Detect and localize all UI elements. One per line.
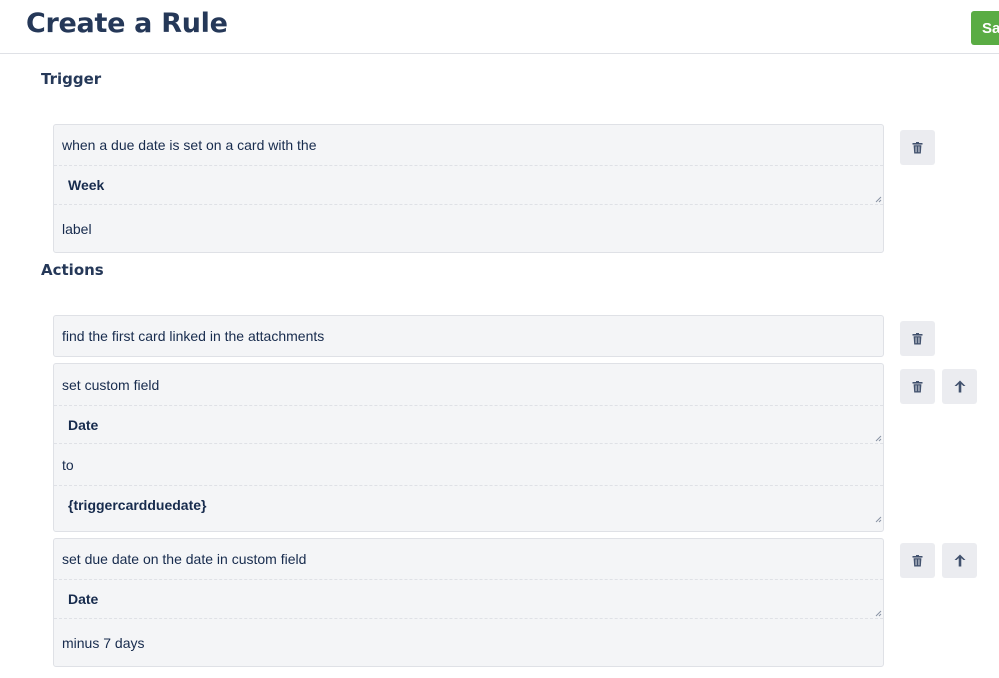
resize-handle-icon[interactable] bbox=[874, 195, 882, 203]
trash-icon bbox=[912, 380, 923, 392]
actions-section-label: Actions bbox=[41, 261, 104, 279]
action-text-line: set custom field bbox=[54, 364, 883, 406]
action-text-line: find the first card linked in the attach… bbox=[62, 328, 325, 344]
resize-handle-icon[interactable] bbox=[874, 515, 882, 523]
custom-field-name-field[interactable]: Date bbox=[54, 580, 883, 619]
trigger-label-field[interactable]: Week bbox=[54, 166, 883, 205]
action-text-line: minus 7 days bbox=[62, 634, 145, 651]
trigger-text-suffix: label bbox=[62, 220, 92, 237]
action-text-line: to bbox=[54, 444, 883, 486]
save-button[interactable]: Sa bbox=[971, 11, 999, 45]
custom-field-value: {triggercardduedate} bbox=[68, 497, 207, 513]
trigger-text-line: when a due date is set on a card with th… bbox=[54, 125, 883, 166]
action-card: set due date on the date in custom field… bbox=[53, 538, 884, 667]
custom-field-name-value: Date bbox=[68, 416, 99, 433]
move-action-up-button[interactable] bbox=[942, 369, 977, 404]
trigger-section-label: Trigger bbox=[41, 70, 102, 88]
action-card: find the first card linked in the attach… bbox=[53, 315, 884, 357]
trigger-label-value: Week bbox=[68, 177, 105, 193]
arrow-up-icon bbox=[954, 554, 965, 567]
trash-icon bbox=[912, 332, 923, 344]
delete-action-button[interactable] bbox=[900, 369, 935, 404]
move-action-up-button[interactable] bbox=[942, 543, 977, 578]
custom-field-name-field[interactable]: Date bbox=[54, 406, 883, 444]
custom-field-name-value: Date bbox=[68, 591, 99, 607]
resize-handle-icon[interactable] bbox=[874, 609, 882, 617]
trigger-card: when a due date is set on a card with th… bbox=[53, 124, 884, 253]
action-card: set custom field Date to {triggercarddue… bbox=[53, 363, 884, 532]
trash-icon bbox=[912, 554, 923, 566]
page-header: Create a Rule Sa bbox=[0, 0, 999, 54]
arrow-up-icon bbox=[954, 380, 965, 393]
delete-action-button[interactable] bbox=[900, 543, 935, 578]
delete-trigger-button[interactable] bbox=[900, 130, 935, 165]
resize-handle-icon[interactable] bbox=[874, 434, 882, 442]
page-title: Create a Rule bbox=[26, 8, 228, 39]
custom-field-value-field[interactable]: {triggercardduedate} bbox=[54, 486, 883, 524]
trash-icon bbox=[912, 141, 923, 153]
delete-action-button[interactable] bbox=[900, 321, 935, 356]
action-text-line: set due date on the date in custom field bbox=[54, 539, 883, 580]
